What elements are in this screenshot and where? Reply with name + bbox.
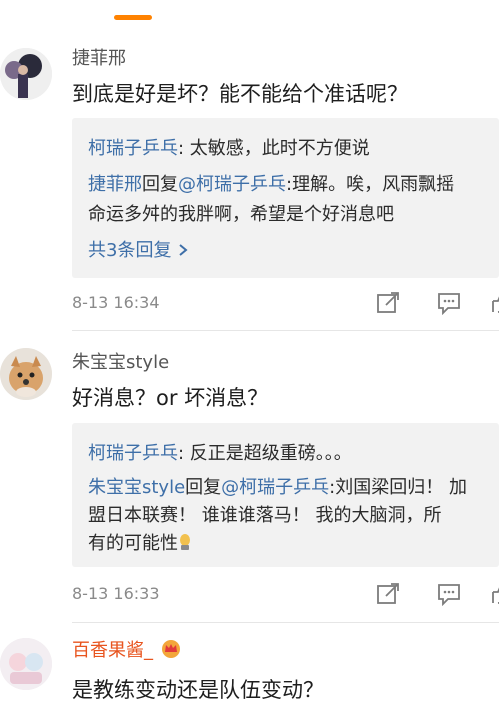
reply-text: :理解。唉，风雨飘摇 bbox=[286, 174, 455, 195]
more-replies-label: 共3条回复 bbox=[88, 240, 172, 261]
reply-mention[interactable]: @柯瑞子乒乓 bbox=[221, 477, 329, 498]
comment-timestamp: 8-13 16:34 bbox=[72, 293, 160, 312]
chevron-right-icon bbox=[177, 240, 189, 261]
reply-box[interactable]: 柯瑞子乒乓: 太敏感，此时不方便说 捷菲邢回复@柯瑞子乒乓:理解。唉，风雨飘摇 … bbox=[72, 118, 499, 278]
reply-text: 有的可能性 bbox=[88, 533, 178, 554]
comment-divider bbox=[72, 622, 499, 623]
comment-icon[interactable] bbox=[437, 582, 461, 607]
reply-author[interactable]: 捷菲邢 bbox=[88, 174, 142, 195]
comment-text: 好消息？or 坏消息？ bbox=[72, 386, 269, 410]
reply-label: 回复 bbox=[142, 174, 178, 195]
comment-username[interactable]: 百香果酱_ bbox=[72, 636, 183, 662]
like-icon[interactable] bbox=[490, 582, 499, 606]
reply-line: 捷菲邢回复@柯瑞子乒乓:理解。唉，风雨飘摇 bbox=[88, 170, 454, 196]
reply-line: 柯瑞子乒乓: 太敏感，此时不方便说 bbox=[88, 134, 370, 160]
comment-icon[interactable] bbox=[437, 291, 461, 316]
reply-box[interactable]: 柯瑞子乒乓: 反正是超级重磅。。。 朱宝宝style回复@柯瑞子乒乓:刘国梁回归… bbox=[72, 423, 499, 567]
reply-line-cont: 命运多舛的我胖啊，希望是个好消息吧 bbox=[88, 204, 394, 225]
reply-text: 反正是超级重磅。。。 bbox=[189, 443, 352, 464]
comment-username[interactable]: 朱宝宝style bbox=[72, 348, 169, 374]
username-text: 百香果酱_ bbox=[72, 640, 153, 661]
share-icon[interactable] bbox=[376, 291, 400, 315]
avatar[interactable] bbox=[0, 348, 52, 400]
reply-line: 朱宝宝style回复@柯瑞子乒乓:刘国梁回归！ 加 bbox=[88, 473, 467, 499]
more-replies-link[interactable]: 共3条回复 bbox=[88, 236, 189, 262]
like-icon[interactable] bbox=[490, 291, 499, 315]
comment-timestamp: 8-13 16:33 bbox=[72, 584, 160, 603]
reply-author[interactable]: 朱宝宝style bbox=[88, 477, 185, 498]
active-tab-indicator bbox=[114, 15, 152, 20]
reply-separator: : bbox=[178, 138, 190, 159]
comment-text: 到底是好是坏？能不能给个准话呢？ bbox=[72, 82, 408, 106]
thinking-emoji-icon bbox=[178, 533, 192, 556]
reply-label: 回复 bbox=[185, 477, 222, 498]
reply-author[interactable]: 柯瑞子乒乓 bbox=[88, 443, 178, 464]
reply-separator: : bbox=[178, 443, 190, 464]
comment-divider bbox=[72, 330, 499, 331]
reply-text: :刘国梁回归！ 加 bbox=[329, 477, 467, 498]
reply-text: 太敏感，此时不方便说 bbox=[189, 138, 370, 159]
reply-line-cont: 盟日本联赛！ 谁谁谁落马！ 我的大脑洞，所 bbox=[88, 505, 442, 526]
avatar[interactable] bbox=[0, 638, 52, 690]
reply-mention[interactable]: @柯瑞子乒乓 bbox=[178, 174, 286, 195]
comment-username[interactable]: 捷菲邢 bbox=[72, 44, 126, 70]
comment-text: 是教练变动还是队伍变动？ bbox=[72, 678, 324, 702]
top-tab-bar bbox=[0, 0, 499, 30]
share-icon[interactable] bbox=[376, 582, 400, 606]
avatar[interactable] bbox=[0, 48, 52, 100]
crown-badge-icon bbox=[159, 640, 183, 661]
reply-line-cont: 有的可能性 bbox=[88, 529, 192, 556]
reply-line: 柯瑞子乒乓: 反正是超级重磅。。。 bbox=[88, 439, 352, 465]
reply-author[interactable]: 柯瑞子乒乓 bbox=[88, 138, 178, 159]
